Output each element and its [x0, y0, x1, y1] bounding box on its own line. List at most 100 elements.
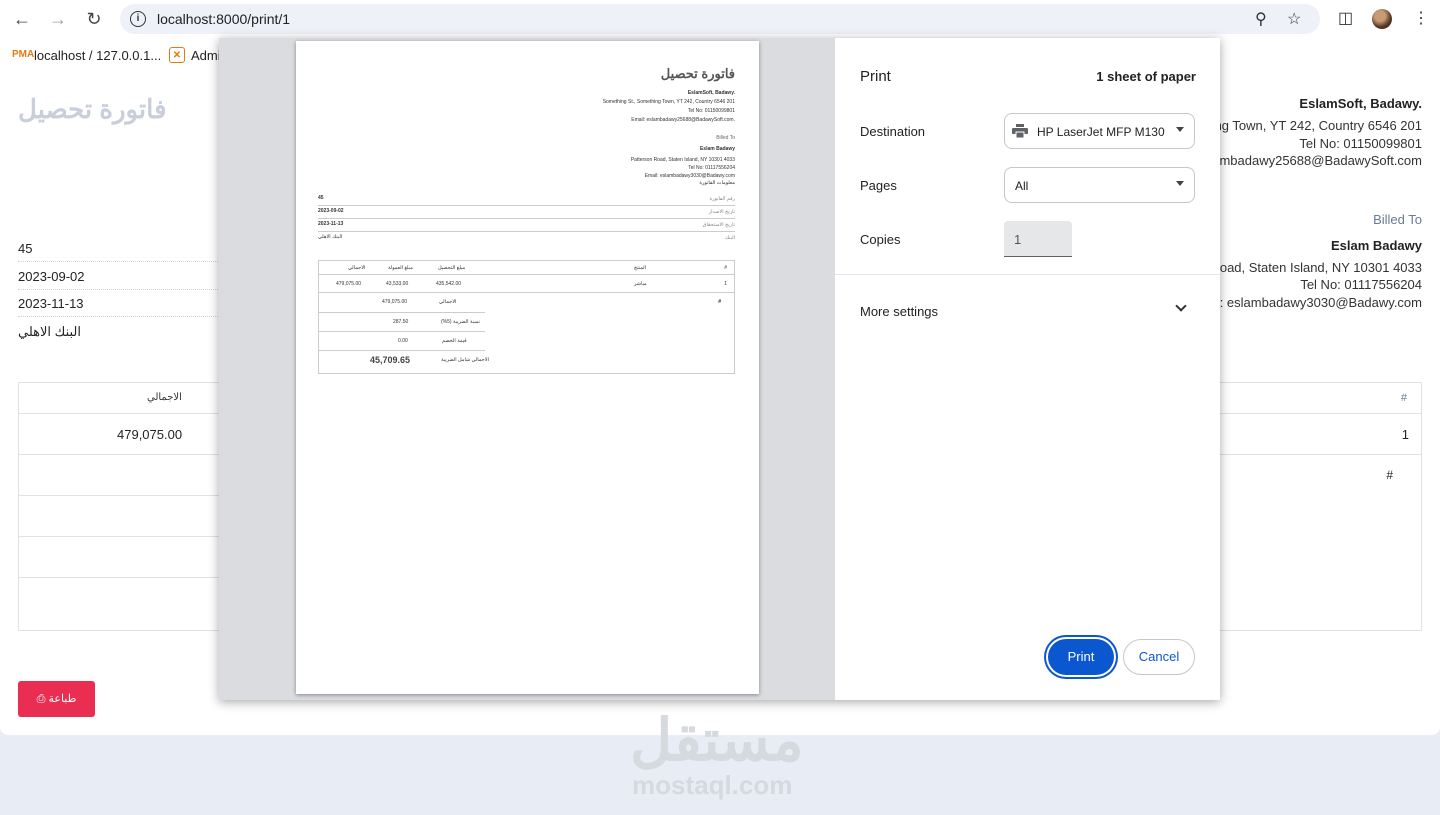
- print-settings-panel: Print 1 sheet of paper Destination HP La…: [835, 38, 1220, 700]
- company-address: ething Town, YT 242, Country 6546 201: [1193, 118, 1422, 133]
- print-button[interactable]: Print: [1048, 639, 1114, 675]
- preview-td: 435,542.00: [436, 281, 462, 287]
- company-email: eslambadawy25688@BadawySoft.com: [1195, 153, 1422, 168]
- client-tel: Tel No: 01117556204: [1300, 277, 1422, 292]
- company-tel: Tel No: 01150099801: [1299, 136, 1422, 151]
- copies-label: Copies: [860, 232, 901, 247]
- company-name: EslamSoft, Badawy.: [1299, 96, 1422, 111]
- print-dialog: فاتورة تحصيل EslamSoft, Badawy. Somethin…: [219, 38, 1220, 700]
- printer-icon: ⎙: [36, 693, 46, 705]
- preview-row-label: تاريخ الاصدار: [708, 209, 735, 215]
- client-email: mail: eslambadawy3030@Badawy.com: [1195, 295, 1422, 310]
- preview-row-value: 2023-11-13: [318, 221, 344, 227]
- preview-row-label: البنك: [724, 235, 735, 241]
- bank-name: البنك الاهلي: [18, 324, 82, 339]
- page-print-button[interactable]: ⎙ طباعة: [18, 681, 95, 717]
- preview-summary-value: 287.50: [393, 319, 409, 325]
- bookmark-localhost[interactable]: localhost / 127.0.0.1...: [34, 48, 161, 63]
- site-info-icon[interactable]: i: [130, 11, 146, 27]
- more-settings-toggle[interactable]: More settings: [860, 304, 938, 319]
- client-name: Eslam Badawy: [1330, 238, 1422, 253]
- settings-divider: [835, 274, 1220, 275]
- bookmark-star-icon[interactable]: ☆: [1287, 9, 1301, 29]
- phpmyadmin-icon: PMA: [12, 49, 35, 60]
- preview-summary-label: الاجمالي شامل الضريبة: [441, 357, 489, 363]
- reload-icon[interactable]: ↻: [83, 8, 105, 30]
- profile-avatar[interactable]: [1372, 9, 1392, 29]
- preview-address: Something St., Something Town, YT 242, C…: [602, 99, 735, 105]
- preview-billed-to: Billed To: [716, 135, 735, 141]
- table-hash-header: #: [1400, 392, 1407, 404]
- url-text[interactable]: localhost:8000/print/1: [157, 11, 290, 27]
- bookmark-admin[interactable]: Admi: [191, 48, 221, 63]
- preview-td: 479,075.00: [336, 281, 362, 287]
- preview-info-label: معلومات الفاتورة: [699, 180, 735, 186]
- destination-label: Destination: [860, 124, 926, 139]
- preview-company: EslamSoft, Badawy.: [687, 90, 735, 96]
- zoom-icon[interactable]: ⚲: [1255, 9, 1267, 29]
- preview-client-tel: Tel No: 01117556204: [688, 165, 735, 171]
- preview-client: Eslam Badawy: [699, 146, 735, 152]
- print-preview-pane: فاتورة تحصيل EslamSoft, Badawy. Somethin…: [219, 38, 835, 700]
- printer-icon: [1012, 124, 1028, 138]
- page-title: فاتورة تحصيل: [18, 94, 167, 124]
- browser-toolbar: ← → ↻ i localhost:8000/print/1 ⚲ ☆ ◫ ⋮: [0, 0, 1440, 38]
- table-total-header: الاجمالي: [147, 392, 182, 403]
- copies-input[interactable]: 1: [1004, 221, 1072, 257]
- preview-th: الاجمالي: [348, 265, 366, 271]
- chevron-down-icon: [1176, 181, 1184, 186]
- destination-value: HP LaserJet MFP M130fw: [1037, 125, 1165, 139]
- preview-td: 1: [724, 281, 727, 287]
- chevron-down-icon: [1176, 127, 1184, 132]
- info-row-issue-date: 2023-09-02: [18, 263, 228, 290]
- preview-row-label: تاريخ الاستحقاق: [702, 222, 735, 228]
- print-title: Print: [860, 68, 891, 85]
- address-bar[interactable]: i localhost:8000/print/1 ⚲ ☆: [120, 4, 1320, 34]
- destination-select[interactable]: HP LaserJet MFP M130fw: [1004, 113, 1195, 149]
- sheet-count: 1 sheet of paper: [1096, 69, 1196, 84]
- preview-th: #: [724, 265, 727, 271]
- preview-td: مباشر: [634, 281, 647, 287]
- preview-th: مبلغ العمولة: [388, 265, 413, 271]
- menu-dots-icon[interactable]: ⋮: [1413, 8, 1429, 28]
- watermark-latin: mostaql.com: [632, 770, 793, 800]
- side-panel-icon[interactable]: ◫: [1338, 8, 1353, 28]
- preview-row-value: 45: [318, 195, 324, 201]
- preview-row-label: رقم الفاتورة: [709, 196, 736, 202]
- preview-summary-label: نسبة الضريبة (5%): [441, 319, 480, 325]
- page-print-label: طباعة: [48, 693, 77, 705]
- table-row-number: 1: [1401, 427, 1409, 442]
- preview-row-value: البنك الاهلي: [318, 234, 343, 240]
- client-address: on Road, Staten Island, NY 10301 4033: [1192, 260, 1422, 275]
- table-hash-2: #: [1386, 468, 1393, 482]
- pages-value: All: [1015, 179, 1029, 193]
- preview-th: مبلغ التحصيل: [438, 265, 466, 271]
- pages-select[interactable]: All: [1004, 167, 1195, 203]
- preview-client-email: Email: eslambadawy3030@Badawy.com: [644, 173, 735, 179]
- preview-hash: #: [718, 299, 721, 305]
- preview-summary-value: 479,075.00: [382, 299, 408, 305]
- back-arrow-icon[interactable]: ←: [11, 8, 33, 30]
- preview-summary-value: 45,709.65: [370, 355, 411, 365]
- invoice-number: 45: [18, 241, 33, 256]
- preview-tel: Tel No: 01150099801: [687, 108, 735, 114]
- forward-arrow-icon[interactable]: →: [47, 8, 69, 30]
- preview-summary-label: قيمة الخصم: [442, 338, 467, 344]
- preview-paper: فاتورة تحصيل EslamSoft, Badawy. Somethin…: [296, 41, 759, 694]
- billed-to-label: Billed To: [1373, 212, 1422, 227]
- issue-date: 2023-09-02: [18, 269, 85, 284]
- cancel-button[interactable]: Cancel: [1123, 639, 1195, 675]
- watermark-arabic: مستقل: [630, 708, 804, 773]
- xampp-icon: ✕: [169, 47, 185, 63]
- due-date: 2023-11-13: [18, 296, 84, 311]
- preview-td: 43,533.00: [386, 281, 409, 287]
- info-row-due-date: 2023-11-13: [18, 290, 228, 317]
- preview-th: المنتج: [634, 265, 647, 271]
- chevron-down-icon[interactable]: [1175, 300, 1187, 312]
- preview-summary-label: الاجمالي: [439, 299, 457, 305]
- preview-title: فاتورة تحصيل: [660, 66, 735, 81]
- copies-value: 1: [1014, 232, 1022, 247]
- preview-row-value: 2023-09-02: [318, 208, 344, 214]
- preview-summary-value: 0.00: [398, 338, 408, 344]
- pages-label: Pages: [860, 178, 897, 193]
